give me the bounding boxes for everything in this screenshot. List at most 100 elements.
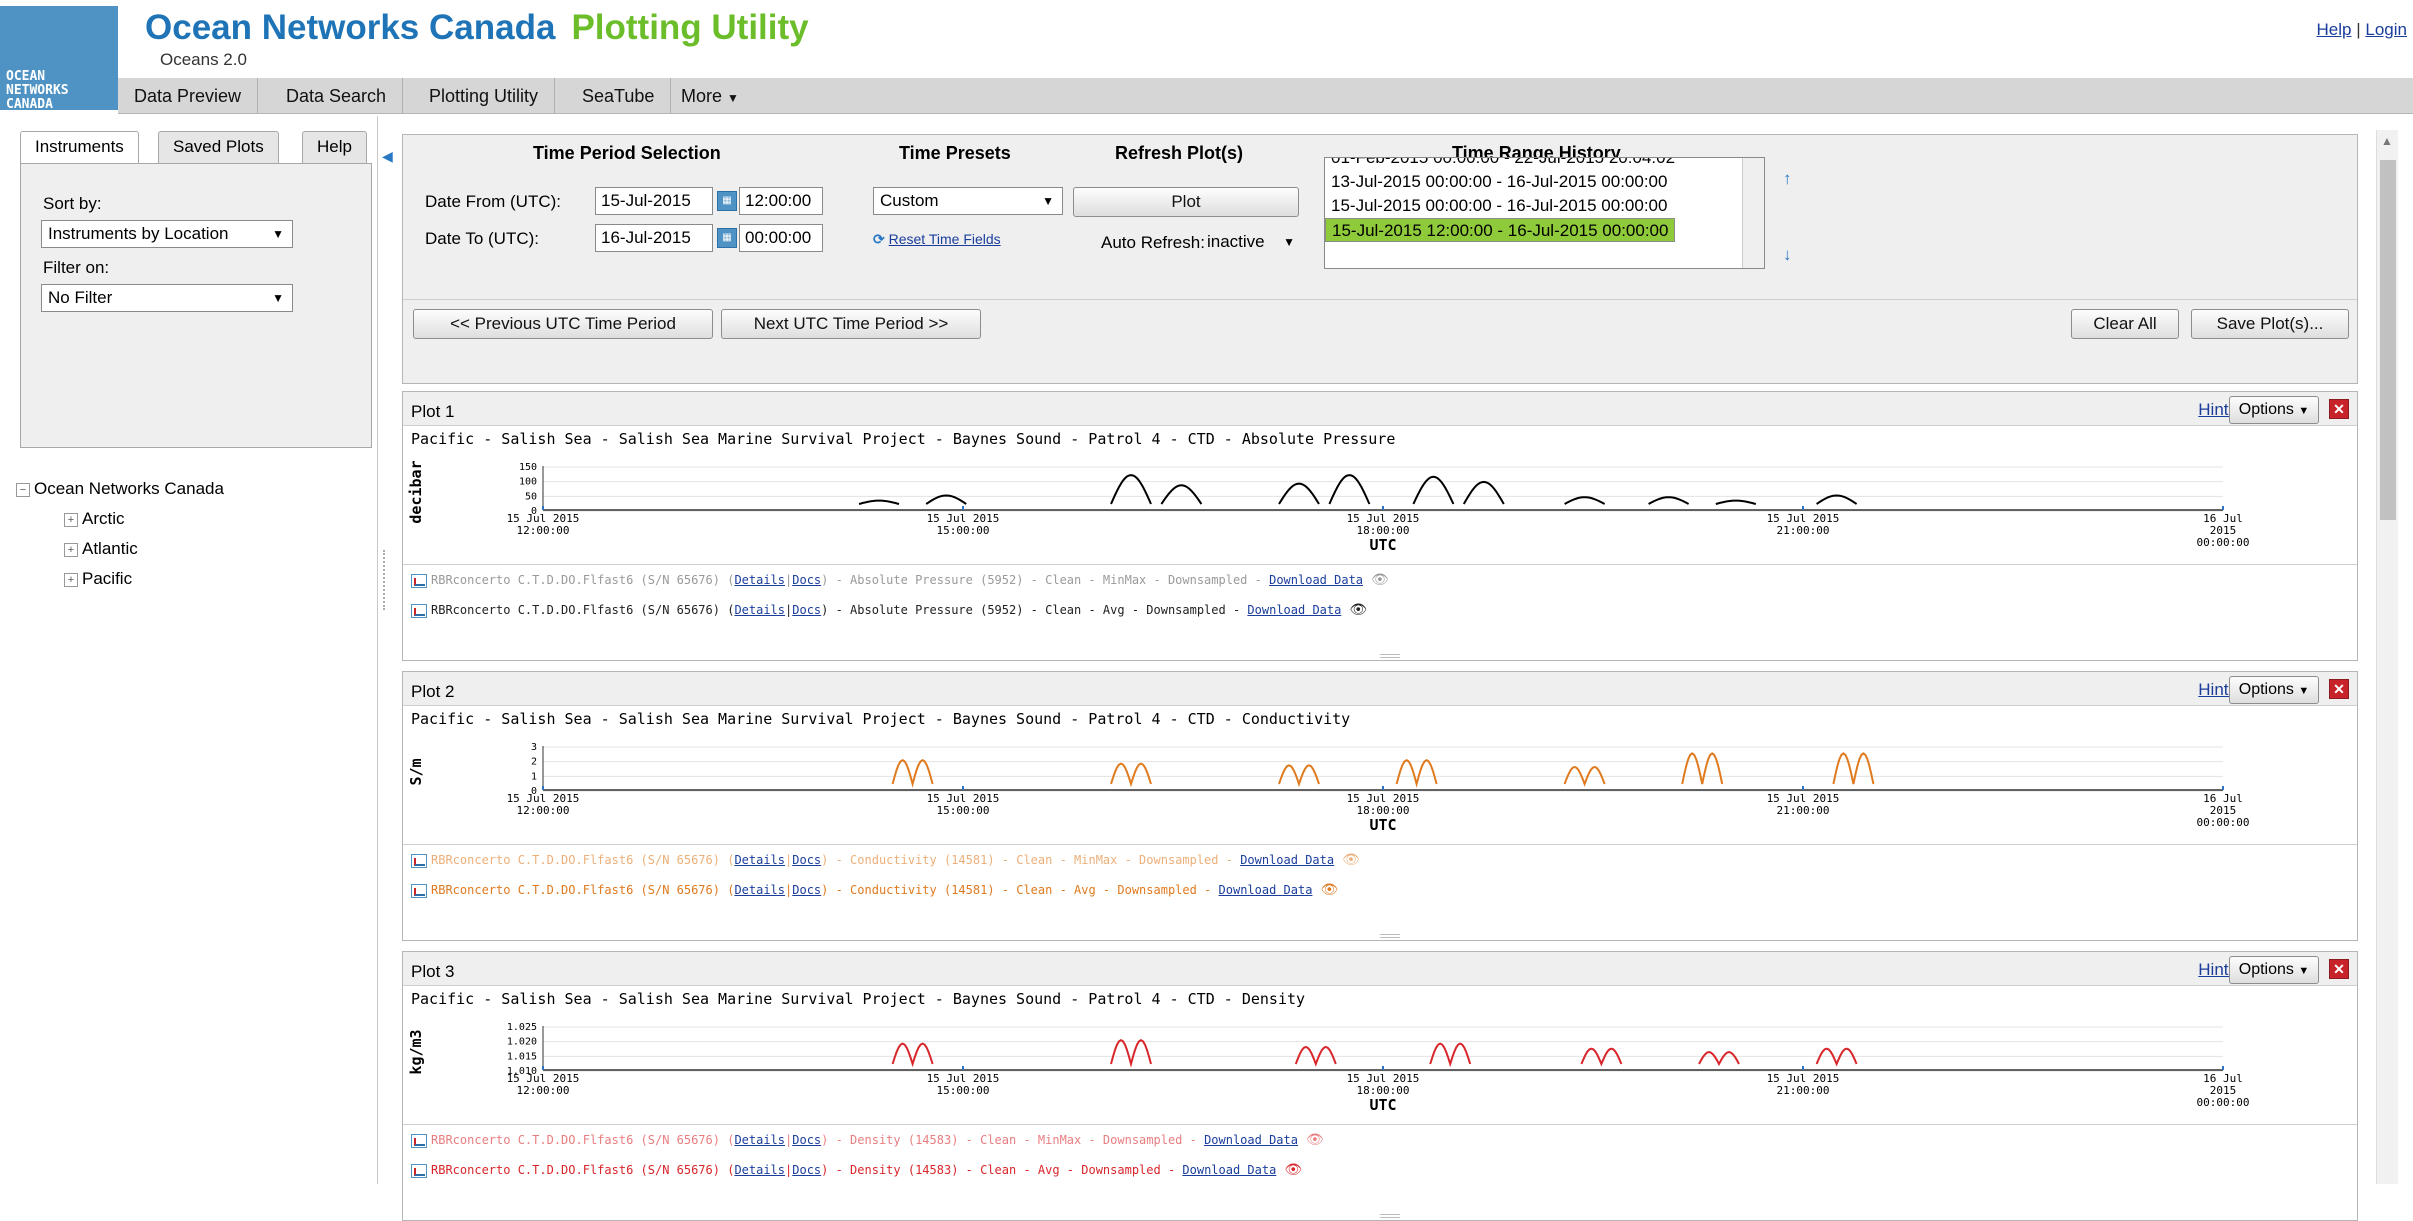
close-icon[interactable]: ✕ (2329, 399, 2349, 419)
calendar-icon[interactable]: ▦ (717, 228, 737, 248)
download-data-link[interactable]: Download Data (1204, 1133, 1298, 1147)
history-item[interactable]: 01-Feb-2015 00:00:00 - 22-Jul-2015 20:04… (1325, 158, 1764, 170)
history-item[interactable]: 15-Jul-2015 00:00:00 - 16-Jul-2015 00:00… (1325, 194, 1764, 218)
plot-button[interactable]: Plot (1073, 187, 1299, 217)
date-to-input[interactable]: 16-Jul-2015 (595, 224, 713, 252)
data-trace (1160, 484, 1203, 505)
docs-link[interactable]: Docs (792, 853, 821, 867)
date-from-input[interactable]: 15-Jul-2015 (595, 187, 713, 215)
eye-icon[interactable]: 👁 (1342, 845, 1360, 875)
expand-icon[interactable]: + (64, 542, 78, 557)
details-link[interactable]: Details (734, 1163, 785, 1177)
details-link[interactable]: Details (734, 1133, 785, 1147)
series-icon[interactable] (411, 1133, 427, 1148)
arrow-down-icon[interactable]: ↓ (1783, 245, 1792, 265)
options-button[interactable]: Options ▼ (2229, 676, 2319, 704)
tree-item-label: Atlantic (82, 539, 138, 558)
tab-instruments[interactable]: Instruments (20, 131, 139, 165)
resize-grip[interactable] (1380, 1214, 1400, 1218)
docs-link[interactable]: Docs (792, 603, 821, 617)
download-data-link[interactable]: Download Data (1240, 853, 1334, 867)
series-icon[interactable] (411, 603, 427, 618)
app-name: Plotting Utility (571, 8, 809, 47)
y-axis-label: decibar (407, 460, 425, 523)
eye-icon[interactable]: 👁 (1349, 595, 1367, 625)
close-icon[interactable]: ✕ (2329, 959, 2349, 979)
top-links: Help | Login (2317, 20, 2407, 40)
eye-icon[interactable]: 👁 (1284, 1155, 1302, 1185)
docs-link[interactable]: Docs (792, 573, 821, 587)
series-icon[interactable] (411, 853, 427, 868)
filter-select[interactable]: No Filter ▼ (41, 284, 293, 312)
download-data-link[interactable]: Download Data (1247, 603, 1341, 617)
scroll-up-icon[interactable]: ▲ (2381, 134, 2393, 148)
docs-link[interactable]: Docs (792, 883, 821, 897)
options-button[interactable]: Options ▼ (2229, 396, 2319, 424)
details-link[interactable]: Details (734, 573, 785, 587)
data-trace (1715, 499, 1757, 505)
time-range-history-list[interactable]: 01-Feb-2015 00:00:00 - 22-Jul-2015 20:04… (1324, 157, 1765, 269)
sidebar-splitter[interactable] (383, 550, 389, 610)
onc-logo[interactable]: OCEAN NETWORKS CANADA (0, 6, 118, 112)
help-link[interactable]: Help (2317, 20, 2352, 39)
expand-icon[interactable]: + (64, 512, 78, 527)
docs-link[interactable]: Docs (792, 1163, 821, 1177)
details-link[interactable]: Details (734, 603, 785, 617)
collapse-icon[interactable]: − (16, 482, 30, 497)
menu-more[interactable]: More ▼ (665, 78, 755, 114)
eye-icon[interactable]: 👁 (1306, 1125, 1324, 1155)
time-to-input[interactable]: 00:00:00 (739, 224, 823, 252)
time-presets-header: Time Presets (899, 143, 1011, 163)
download-data-link[interactable]: Download Data (1269, 573, 1363, 587)
clear-all-button[interactable]: Clear All (2071, 309, 2179, 339)
next-period-button[interactable]: Next UTC Time Period >> (721, 309, 981, 339)
expand-icon[interactable]: + (64, 572, 78, 587)
previous-period-button[interactable]: << Previous UTC Time Period (413, 309, 713, 339)
collapse-sidebar-icon[interactable]: ◀ (382, 148, 394, 168)
options-button[interactable]: Options ▼ (2229, 956, 2319, 984)
docs-link[interactable]: Docs (792, 1133, 821, 1147)
history-item[interactable]: 13-Jul-2015 00:00:00 - 16-Jul-2015 00:00… (1325, 170, 1764, 194)
time-from-input[interactable]: 12:00:00 (739, 187, 823, 215)
menu-plotting-utility[interactable]: Plotting Utility (413, 78, 556, 114)
y-tick-label: 100 (519, 477, 537, 488)
menu-data-preview[interactable]: Data Preview (118, 78, 259, 114)
close-icon[interactable]: ✕ (2329, 679, 2349, 699)
tree-root[interactable]: − Ocean Networks Canada (16, 474, 224, 504)
series-icon[interactable] (411, 573, 427, 588)
time-preset-select[interactable]: Custom ▼ (873, 187, 1063, 215)
resize-grip[interactable] (1380, 654, 1400, 658)
download-data-link[interactable]: Download Data (1182, 1163, 1276, 1177)
legend-row: RBRconcerto C.T.D.DO.Flfast6 (S/N 65676)… (403, 595, 2357, 625)
menu-data-search[interactable]: Data Search (270, 78, 404, 114)
calendar-icon[interactable]: ▦ (717, 191, 737, 211)
tab-saved-plots[interactable]: Saved Plots (158, 131, 279, 163)
eye-icon[interactable]: 👁 (1320, 875, 1338, 905)
auto-refresh-value: inactive (1207, 232, 1265, 251)
details-link[interactable]: Details (734, 853, 785, 867)
details-link[interactable]: Details (734, 883, 785, 897)
plot-chart: S/m 3 2 1 0 15 Jul 2015 12:00:00 15 Jul 2015 15:… (403, 732, 2357, 847)
series-icon[interactable] (411, 883, 427, 898)
eye-icon[interactable]: 👁 (1371, 565, 1389, 595)
tab-help[interactable]: Help (302, 131, 367, 163)
menu-seatube[interactable]: SeaTube (566, 78, 672, 114)
tree-item-pacific[interactable]: + Pacific (16, 564, 224, 594)
tree-item-atlantic[interactable]: + Atlantic (16, 534, 224, 564)
history-item-selected[interactable]: 15-Jul-2015 12:00:00 - 16-Jul-2015 00:00… (1325, 218, 1676, 242)
x-tick-label: 15:00:00 (937, 524, 990, 537)
reset-time-link[interactable]: ⟳ Reset Time Fields (873, 231, 1001, 248)
login-link[interactable]: Login (2365, 20, 2407, 39)
resize-grip[interactable] (1380, 934, 1400, 938)
save-plots-button[interactable]: Save Plot(s)... (2191, 309, 2349, 339)
history-scrollbar[interactable] (1742, 158, 1764, 268)
auto-refresh-select[interactable]: inactive ▼ (1201, 229, 1303, 257)
sort-select[interactable]: Instruments by Location ▼ (41, 220, 293, 248)
download-data-link[interactable]: Download Data (1219, 883, 1313, 897)
page-scrollbar[interactable]: ▲ (2376, 130, 2398, 1184)
series-icon[interactable] (411, 1163, 427, 1178)
tree-item-arctic[interactable]: + Arctic (16, 504, 224, 534)
scrollbar-thumb[interactable] (2380, 160, 2396, 520)
arrow-up-icon[interactable]: ↑ (1783, 169, 1792, 189)
app-header: OCEAN NETWORKS CANADA Ocean Networks Can… (0, 0, 2413, 112)
